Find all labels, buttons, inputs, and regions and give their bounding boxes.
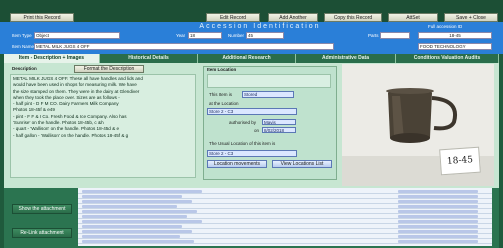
attachment-row[interactable] — [78, 220, 492, 224]
page-title: Accession Identification — [199, 23, 321, 30]
copy-record-button[interactable]: Copy this Record — [324, 13, 382, 22]
usual-location-field[interactable]: Store 2 - C3 — [207, 150, 297, 157]
attachment-row[interactable] — [78, 210, 492, 214]
number-label: Number — [228, 33, 245, 38]
on-date-label: on — [254, 128, 260, 133]
item-status-select[interactable]: Stored — [242, 91, 294, 98]
authorised-by-field[interactable]: Mavis — [262, 119, 296, 125]
location-movements-button[interactable]: Location movements — [207, 160, 267, 168]
attset-button[interactable]: AttSet — [388, 13, 438, 22]
edit-record-button[interactable]: Edit Record — [206, 13, 260, 22]
attachment-row[interactable] — [78, 235, 492, 239]
item-name-field[interactable]: METAL MILK JUGS 4 OFF — [34, 43, 334, 50]
attachment-row[interactable] — [78, 195, 492, 199]
print-record-button[interactable]: Print this Record — [10, 13, 74, 22]
usual-location-label: The Usual Location of this item is — [209, 141, 276, 146]
parts-field[interactable] — [380, 32, 410, 39]
tab-administrative-data[interactable]: Administrative Data — [296, 54, 396, 63]
relink-attachment-button[interactable]: Re-Link attachment — [12, 228, 72, 238]
year-label: Year — [176, 33, 186, 38]
tab-conditions-valuation[interactable]: Conditions Valuation Audits — [396, 54, 499, 63]
item-status-label: This Item is — [209, 92, 233, 97]
at-location-field[interactable]: Store 2 - C3 — [207, 108, 297, 115]
description-text[interactable]: METAL MILK JUGS 4 OFF. These all have ha… — [10, 74, 196, 178]
save-close-button[interactable]: Save + Close — [444, 13, 498, 22]
location-notes[interactable] — [207, 74, 331, 88]
category-field[interactable]: FOOD TECHNOLOGY — [418, 43, 492, 50]
item-name-label: Item Name — [12, 44, 35, 49]
full-accession-field: 18-45 — [418, 32, 492, 39]
description-heading: Description — [12, 66, 37, 71]
show-attachment-button[interactable]: Show the attachment — [12, 204, 72, 214]
attachment-row[interactable] — [78, 240, 492, 244]
attachment-row[interactable] — [78, 200, 492, 204]
view-locations-list-button[interactable]: View Locations List — [272, 160, 332, 168]
add-another-button[interactable]: Add Another — [268, 13, 318, 22]
attachment-row[interactable] — [78, 215, 492, 219]
attachment-row[interactable] — [78, 190, 492, 194]
tab-additional-research[interactable]: Additional Research — [198, 54, 296, 63]
tab-item-description[interactable]: Item - Description + Images — [4, 54, 100, 63]
parts-label: Parts — [368, 33, 379, 38]
description-line: - half gallon - 'Wallison' on the handle… — [13, 132, 129, 138]
format-description-button[interactable]: Format the Description — [74, 65, 144, 73]
authorised-by-label: authorised by — [229, 120, 257, 125]
photo-tag-text: 18-45 — [446, 155, 474, 167]
item-location-title: Item Location — [207, 67, 237, 72]
attachment-row[interactable] — [78, 230, 492, 234]
photo-tag: 18-45 — [439, 146, 481, 176]
at-location-label: at the Location — [209, 101, 239, 106]
number-field[interactable]: 45 — [246, 32, 284, 39]
year-field[interactable]: 18 — [188, 32, 222, 39]
item-photo[interactable]: 18-45 — [342, 64, 494, 186]
item-type-select[interactable]: Object — [34, 32, 120, 39]
attachment-row[interactable] — [78, 205, 492, 209]
tab-historical-details[interactable]: Historical Details — [100, 54, 198, 63]
item-type-label: Item Type — [12, 33, 32, 38]
full-accession-label: Full accession ID — [428, 24, 463, 29]
attachment-row[interactable] — [78, 225, 492, 229]
on-date-field[interactable]: 8/02/2018 — [262, 127, 296, 133]
